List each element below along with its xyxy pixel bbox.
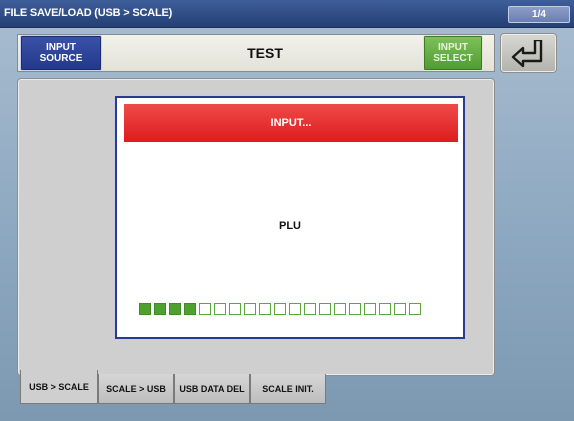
page-indicator: 1/4 (508, 6, 570, 23)
progress-cell-empty (334, 303, 346, 315)
progress-cell-empty (364, 303, 376, 315)
progress-cell-empty (304, 303, 316, 315)
progress-cell-filled (184, 303, 196, 315)
progress-cell-empty (289, 303, 301, 315)
progress-cell-empty (319, 303, 331, 315)
return-arrow-icon (511, 40, 543, 68)
progress-cell-empty (229, 303, 241, 315)
input-select-label-line2: SELECT (433, 53, 473, 64)
input-source-label-line2: SOURCE (39, 53, 83, 64)
progress-cell-empty (394, 303, 406, 315)
dialog-header: INPUT... (124, 104, 458, 142)
progress-cell-empty (349, 303, 361, 315)
progress-cell-empty (199, 303, 211, 315)
title-bar: FILE SAVE/LOAD (USB > SCALE) 1/4 (0, 0, 574, 28)
progress-cell-empty (214, 303, 226, 315)
back-button[interactable] (500, 33, 557, 73)
tab-scale-init[interactable]: SCALE INIT. (250, 374, 326, 404)
page-title: TEST (247, 45, 283, 61)
input-source-button[interactable]: INPUT SOURCE (20, 35, 102, 71)
tab-usb-to-scale[interactable]: USB > SCALE (20, 370, 98, 404)
progress-cell-empty (244, 303, 256, 315)
progress-cell-filled (139, 303, 151, 315)
progress-cell-empty (274, 303, 286, 315)
window-title: FILE SAVE/LOAD (USB > SCALE) (4, 7, 173, 19)
tab-scale-to-usb[interactable]: SCALE > USB (98, 374, 174, 404)
tab-usb-data-del[interactable]: USB DATA DEL (174, 374, 250, 404)
progress-cell-empty (259, 303, 271, 315)
dialog-message: PLU (279, 220, 301, 232)
tab-bar: USB > SCALE SCALE > USB USB DATA DEL SCA… (20, 370, 326, 404)
input-select-button[interactable]: INPUT SELECT (423, 35, 483, 71)
input-select-label-line1: INPUT (438, 42, 468, 53)
progress-cell-filled (154, 303, 166, 315)
input-source-label-line1: INPUT (46, 42, 76, 53)
progress-cell-empty (379, 303, 391, 315)
progress-cell-empty (409, 303, 421, 315)
progress-cell-filled (169, 303, 181, 315)
progress-indicator (139, 303, 421, 315)
input-progress-dialog: INPUT... PLU (115, 96, 465, 339)
